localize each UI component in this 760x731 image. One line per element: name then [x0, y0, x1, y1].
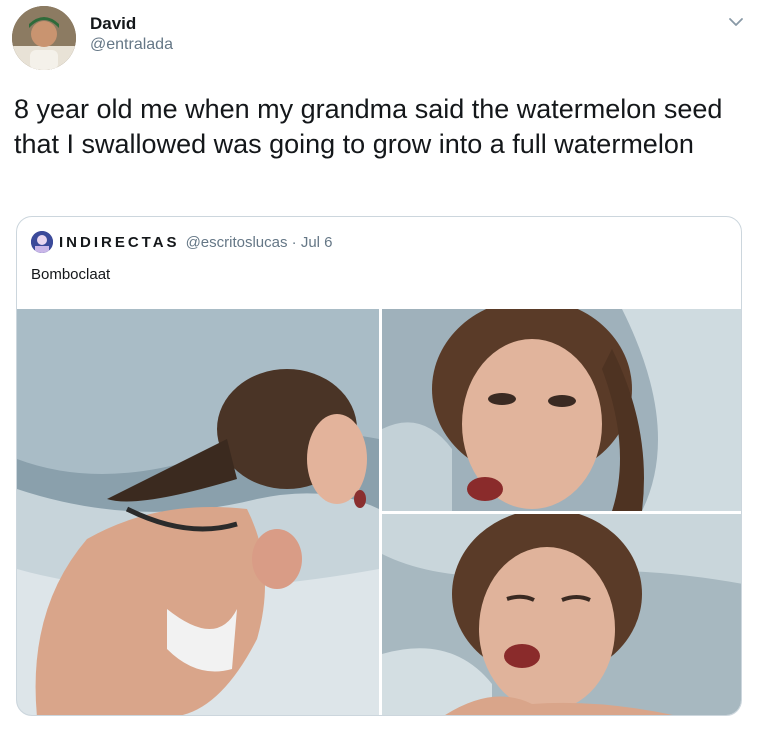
photo-face-closeup-1[interactable]: [382, 309, 741, 511]
quoted-display-name[interactable]: INDIRECTAS: [59, 234, 180, 251]
avatar[interactable]: [12, 6, 76, 70]
quoted-avatar[interactable]: [31, 231, 53, 253]
media-grid: [17, 309, 741, 715]
quoted-tweet[interactable]: INDIRECTAS @escritoslucas · Jul 6 Bomboc…: [16, 216, 742, 716]
photo-face-closeup-2[interactable]: [382, 514, 741, 715]
photo-girl-bent-over[interactable]: [17, 309, 379, 715]
tweet-text: 8 year old me when my grandma said the w…: [14, 94, 723, 159]
user-handle[interactable]: @entralada: [90, 34, 173, 56]
quoted-text: Bomboclaat: [31, 266, 111, 283]
tweet-header: David @entralada: [12, 6, 748, 76]
chevron-down-icon[interactable]: [726, 12, 746, 32]
quoted-handle-date[interactable]: @escritoslucas · Jul 6: [186, 234, 333, 251]
display-name[interactable]: David: [90, 14, 173, 34]
